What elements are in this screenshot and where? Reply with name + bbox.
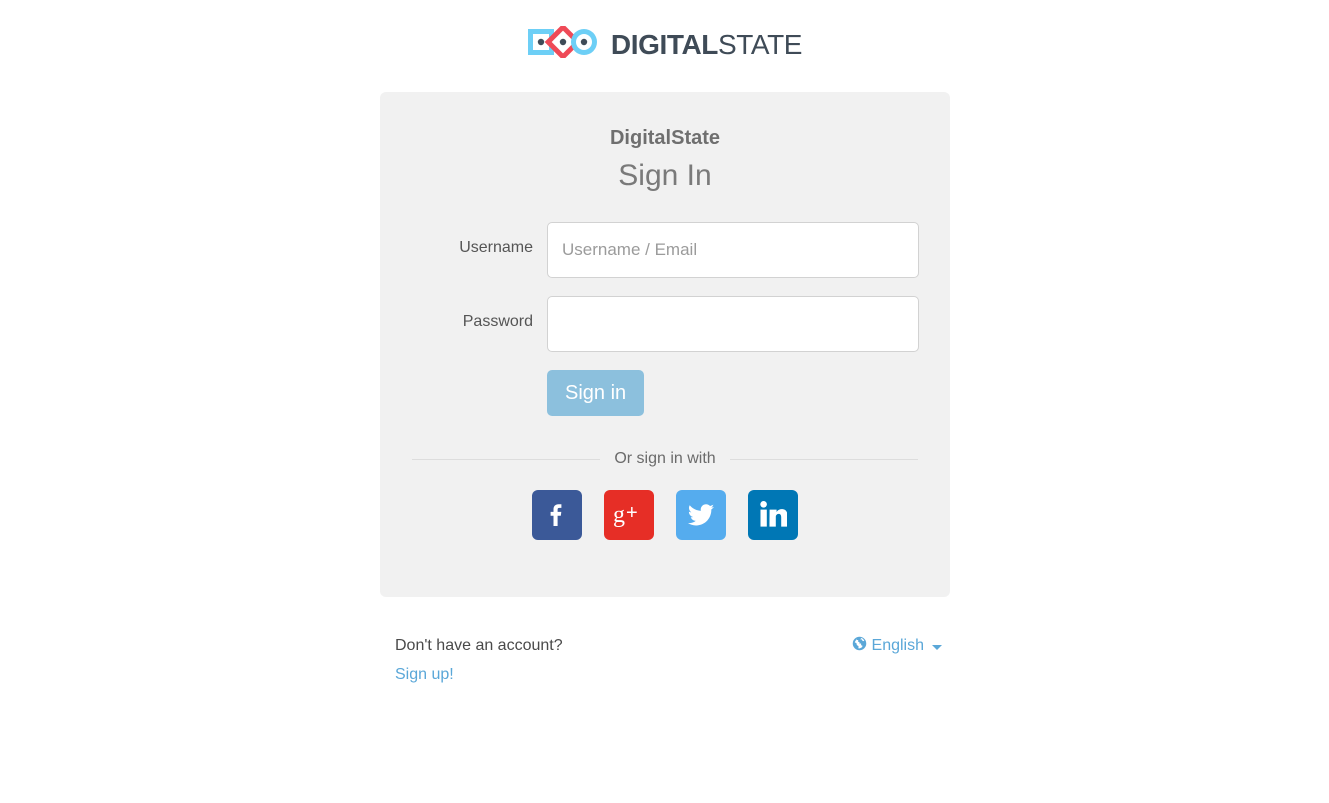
card-title: DigitalState — [609, 127, 721, 149]
brand-wordmark: DIGITALSTATE — [610, 28, 803, 60]
language-label: English — [871, 637, 924, 654]
linkedin-login-button[interactable] — [748, 490, 798, 540]
svg-text:+: + — [626, 502, 638, 524]
chevron-down-icon — [932, 644, 942, 650]
submit-spacer — [380, 370, 547, 416]
google-plus-login-button[interactable]: g + — [604, 490, 654, 540]
google-plus-icon: g + — [612, 499, 646, 532]
page-footer: Don't have an account? Sign up! English — [380, 625, 950, 684]
brand-wordmark-light: STATE — [718, 28, 803, 60]
username-label: Username — [459, 239, 533, 256]
submit-row: Sign in — [380, 370, 950, 416]
divider-label: Or sign in with — [614, 450, 716, 467]
signin-form: Username Password Sign in — [380, 222, 950, 416]
digitalstate-logo-icon — [527, 23, 599, 63]
svg-text:g: g — [613, 502, 625, 528]
signin-page: DIGITALSTATE DigitalState Sign In Userna… — [0, 0, 1329, 803]
password-input[interactable] — [547, 296, 919, 352]
card-subtitle: Sign In — [618, 159, 712, 192]
linkedin-icon — [759, 500, 788, 531]
password-row: Password — [380, 296, 950, 352]
signup-question: Don't have an account? — [395, 637, 563, 654]
username-input[interactable] — [547, 222, 919, 278]
globe-icon — [852, 636, 867, 656]
facebook-login-button[interactable] — [532, 490, 582, 540]
twitter-icon — [686, 499, 716, 532]
divider-line-left — [412, 458, 601, 460]
language-selector[interactable]: English — [852, 625, 950, 656]
social-divider: Or sign in with — [412, 450, 918, 468]
brand-header: DIGITALSTATE — [0, 23, 1329, 63]
brand-wordmark-strong: DIGITAL — [610, 28, 719, 60]
sign-up-link[interactable]: Sign up! — [395, 666, 454, 684]
twitter-login-button[interactable] — [676, 490, 726, 540]
footer-signup-block: Don't have an account? Sign up! — [380, 625, 563, 684]
password-label: Password — [462, 313, 533, 330]
divider-line-right — [729, 458, 918, 460]
signin-card: DigitalState Sign In Username Password S… — [380, 92, 950, 597]
sign-in-button[interactable]: Sign in — [547, 370, 645, 416]
facebook-icon — [542, 499, 572, 532]
username-row: Username — [380, 222, 950, 278]
social-login-row: g + — [380, 490, 950, 540]
